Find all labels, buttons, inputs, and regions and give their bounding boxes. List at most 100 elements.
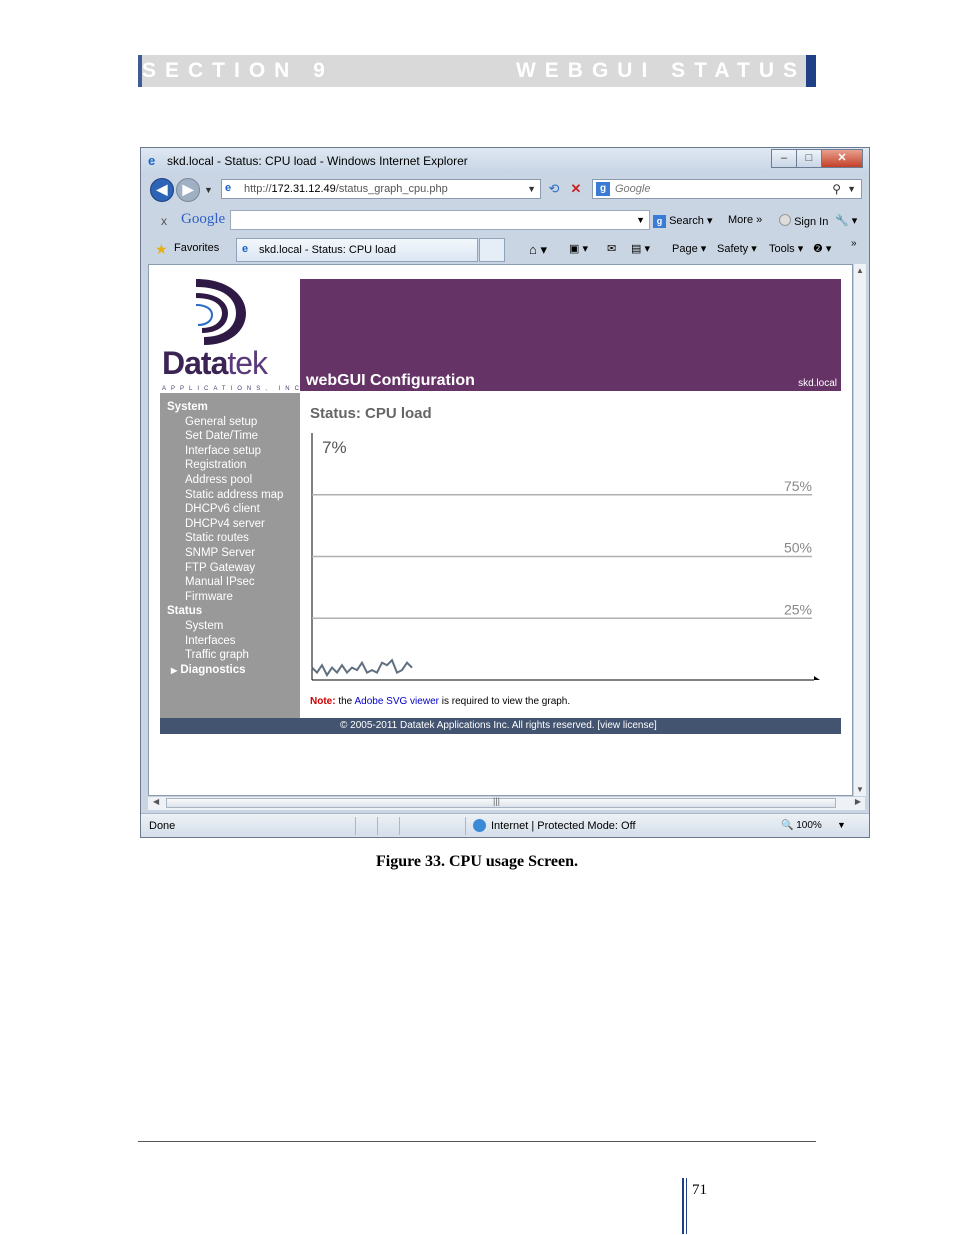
datatek-logo-mark-icon (195, 279, 246, 345)
sign-in-icon (779, 214, 791, 226)
security-zone[interactable]: Internet | Protected Mode: Off (473, 819, 636, 832)
favorites-button[interactable]: Favorites (174, 242, 219, 254)
google-more-button[interactable]: More » (728, 214, 762, 226)
scroll-down-arrow-icon[interactable]: ▼ (856, 785, 864, 794)
stop-icon[interactable]: ✕ (566, 179, 586, 199)
scroll-left-arrow-icon[interactable]: ◀ (153, 797, 159, 806)
scroll-right-arrow-icon[interactable]: ▶ (855, 797, 861, 806)
browser-window: e skd.local - Status: CPU load - Windows… (140, 147, 870, 838)
tab-page-icon: e (242, 243, 249, 255)
menu-item-interfaces[interactable]: Interfaces (167, 634, 283, 649)
section-header: SECTION 9 WEBGUI STATUS (138, 55, 816, 87)
google-search-dropdown-icon[interactable]: ▼ (636, 215, 645, 225)
menu-item-firmware[interactable]: Firmware (167, 590, 283, 605)
header-banner: webGUI Configuration skd.local (300, 279, 841, 391)
page-number: 71 (692, 1182, 707, 1198)
settings-wrench-icon[interactable]: 🔧 ▾ (835, 214, 857, 227)
vertical-scrollbar[interactable]: ▲ ▼ (853, 264, 866, 796)
menu-item-traffic-graph[interactable]: Traffic graph (167, 648, 283, 663)
forward-button[interactable]: ▶ (176, 178, 200, 202)
chart-current-value: 7% (322, 438, 347, 457)
address-url: http://172.31.12.49/status_graph_cpu.php (244, 183, 448, 195)
scroll-up-arrow-icon[interactable]: ▲ (856, 266, 864, 275)
status-separator (399, 817, 400, 835)
menu-item-address-pool[interactable]: Address pool (167, 473, 283, 488)
menu-item-dhcpv4-server[interactable]: DHCPv4 server (167, 517, 283, 532)
globe-icon (473, 819, 486, 832)
search-box[interactable]: g Google ⚲ ▼ (592, 179, 862, 199)
menu-item-set-date-time[interactable]: Set Date/Time (167, 429, 283, 444)
menu-item-registration[interactable]: Registration (167, 458, 283, 473)
status-bar: Done Internet | Protected Mode: Off 🔍 10… (141, 813, 869, 837)
google-search-input[interactable]: ▼ (230, 210, 650, 230)
status-text: Done (149, 820, 176, 832)
section-title: WEBGUI STATUS (515, 59, 806, 82)
page-menu[interactable]: Page ▾ (672, 242, 706, 255)
history-dropdown-icon[interactable]: ▼ (204, 185, 213, 195)
menu-header-status: Status (167, 605, 203, 618)
footer-copyright: © 2005-2011 Datatek Applications Inc. Al… (340, 720, 657, 731)
close-button[interactable]: ✕ (821, 149, 863, 168)
refresh-icon[interactable]: ⟲ (544, 179, 564, 199)
scroll-grip-icon: ||| (493, 796, 501, 806)
google-toolbar: x Google ▼ g Search ▾ More » Sign In 🔧 ▾ (141, 206, 869, 236)
svg-viewer-note: Note: the Adobe SVG viewer is required t… (310, 696, 571, 707)
menu-item-status-system[interactable]: System (167, 619, 283, 634)
google-toolbar-close-icon[interactable]: x (161, 214, 167, 228)
window-controls: – □ ✕ (771, 149, 863, 168)
window-title: skd.local - Status: CPU load - Windows I… (167, 154, 468, 168)
home-icon[interactable]: ⌂ ▾ (529, 242, 547, 258)
menu-item-static-address-map[interactable]: Static address map (167, 488, 283, 503)
menu-list: System General setup Set Date/Time Inter… (167, 400, 283, 678)
menu-item-general-setup[interactable]: General setup (167, 415, 283, 430)
minimize-button[interactable]: – (771, 149, 797, 168)
tools-menu[interactable]: Tools ▾ (769, 242, 803, 255)
chart-gridline-label: 25% (784, 601, 812, 617)
chevron-overflow-icon[interactable]: » (851, 238, 857, 249)
adobe-svg-viewer-link[interactable]: Adobe SVG viewer (354, 696, 439, 707)
menu-item-dhcpv6-client[interactable]: DHCPv6 client (167, 502, 283, 517)
menu-item-static-routes[interactable]: Static routes (167, 531, 283, 546)
page-footer: © 2005-2011 Datatek Applications Inc. Al… (160, 718, 841, 734)
menu-item-snmp-server[interactable]: SNMP Server (167, 546, 283, 561)
google-search-provider-icon: g (596, 182, 610, 196)
cpu-load-chart: 75% 50% 25% 7% (311, 433, 820, 681)
menu-item-interface-setup[interactable]: Interface setup (167, 444, 283, 459)
address-bar[interactable]: e http://172.31.12.49/status_graph_cpu.p… (221, 179, 541, 199)
google-sign-in-button[interactable]: Sign In (779, 214, 828, 228)
status-separator (465, 817, 466, 835)
menu-item-ftp-gateway[interactable]: FTP Gateway (167, 561, 283, 576)
address-dropdown-icon[interactable]: ▼ (527, 184, 536, 194)
triangle-right-icon: ▶ (171, 665, 178, 675)
footer-rule (138, 1141, 816, 1142)
chart-x-axis-arrow (814, 676, 820, 680)
page-icon: e (225, 182, 232, 194)
page-number-accent (686, 1178, 687, 1234)
google-search-button[interactable]: g Search ▾ (653, 214, 713, 228)
search-dropdown-icon[interactable]: ▼ (847, 184, 856, 194)
feeds-icon[interactable]: ▣ ▾ (569, 242, 588, 255)
zoom-level[interactable]: 🔍 100% (781, 820, 822, 831)
maximize-button[interactable]: □ (796, 149, 822, 168)
menu-item-manual-ipsec[interactable]: Manual IPsec (167, 575, 283, 590)
back-button[interactable]: ◀ (150, 178, 174, 202)
horizontal-scrollbar[interactable]: ◀ ||| ▶ (148, 796, 865, 810)
search-icon[interactable]: ⚲ (832, 182, 841, 196)
print-icon[interactable]: ▤ ▾ (631, 242, 650, 255)
help-menu[interactable]: ❷ ▾ (813, 242, 831, 255)
safety-menu[interactable]: Safety ▾ (717, 242, 757, 255)
zoom-dropdown-icon[interactable]: ▼ (837, 820, 846, 830)
banner-title: webGUI Configuration (306, 372, 475, 389)
hostname-label: skd.local (798, 378, 837, 389)
new-tab-button[interactable] (479, 238, 505, 262)
section-header-right-accent (806, 55, 816, 87)
main-content: Status: CPU load 75% 50% 25% 7% Note: the A… (300, 393, 841, 718)
page-viewport: Datatek APPLICATIONS, INC webGUI Configu… (148, 264, 853, 796)
browser-tab[interactable]: e skd.local - Status: CPU load (236, 238, 478, 262)
mail-icon[interactable]: ✉ (607, 242, 616, 255)
horizontal-scroll-thumb[interactable] (166, 798, 836, 808)
section-number: SECTION 9 (142, 59, 334, 82)
menu-item-diagnostics[interactable]: ▶ Diagnostics (167, 663, 283, 679)
tab-title: skd.local - Status: CPU load (259, 244, 396, 256)
favorites-star-icon[interactable]: ★ (155, 241, 168, 258)
